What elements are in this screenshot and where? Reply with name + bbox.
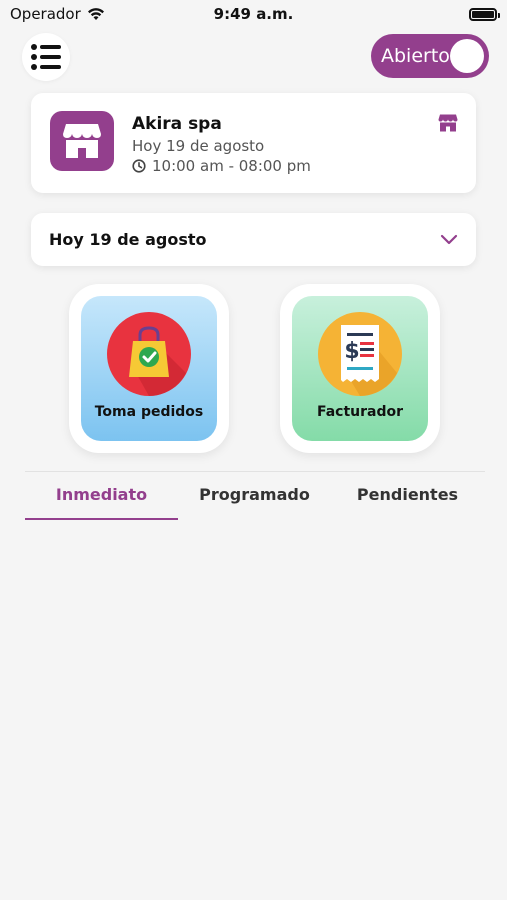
take-orders-button[interactable]: Toma pedidos xyxy=(69,284,229,453)
store-name: Akira spa xyxy=(132,114,222,134)
status-bar: Operador 9:49 a.m. xyxy=(0,0,507,28)
menu-button[interactable] xyxy=(22,33,70,81)
invoicer-label: Facturador xyxy=(316,404,404,420)
date-selector-label: Hoy 19 de agosto xyxy=(49,230,207,249)
storefront-icon xyxy=(63,124,101,158)
store-hours: 10:00 am - 08:00 pm xyxy=(132,157,311,175)
tab-immediate[interactable]: Inmediato xyxy=(25,478,178,520)
store-card: Akira spa Hoy 19 de agosto 10:00 am - 08… xyxy=(31,93,476,193)
date-selector[interactable]: Hoy 19 de agosto xyxy=(31,213,476,266)
store-open-toggle[interactable]: Abierto xyxy=(371,34,489,78)
wifi-icon xyxy=(87,8,104,20)
tab-scheduled[interactable]: Programado xyxy=(178,478,331,520)
tab-pending[interactable]: Pendientes xyxy=(331,478,484,520)
store-icon[interactable] xyxy=(438,114,458,132)
carrier-label: Operador xyxy=(10,5,81,23)
clock-time: 9:49 a.m. xyxy=(213,5,294,23)
store-logo xyxy=(50,111,114,171)
toggle-knob xyxy=(450,39,484,73)
invoicer-card: $ Facturador xyxy=(292,296,428,441)
order-tabs: Inmediato Programado Pendientes xyxy=(25,478,485,520)
chevron-down-icon xyxy=(440,234,458,245)
invoicer-button[interactable]: $ Facturador xyxy=(280,284,440,453)
list-icon xyxy=(31,44,61,70)
take-orders-card: Toma pedidos xyxy=(81,296,217,441)
store-date: Hoy 19 de agosto xyxy=(132,137,265,155)
tabs-divider xyxy=(25,471,485,472)
battery-icon xyxy=(469,7,500,21)
receipt-icon: $ xyxy=(318,312,402,396)
shopping-bag-check-icon xyxy=(107,312,191,396)
store-hours-text: 10:00 am - 08:00 pm xyxy=(152,157,311,175)
svg-text:$: $ xyxy=(344,339,359,364)
take-orders-label: Toma pedidos xyxy=(94,404,204,420)
toggle-label: Abierto xyxy=(381,45,450,67)
clock-icon xyxy=(132,159,146,173)
status-left: Operador xyxy=(10,5,105,23)
